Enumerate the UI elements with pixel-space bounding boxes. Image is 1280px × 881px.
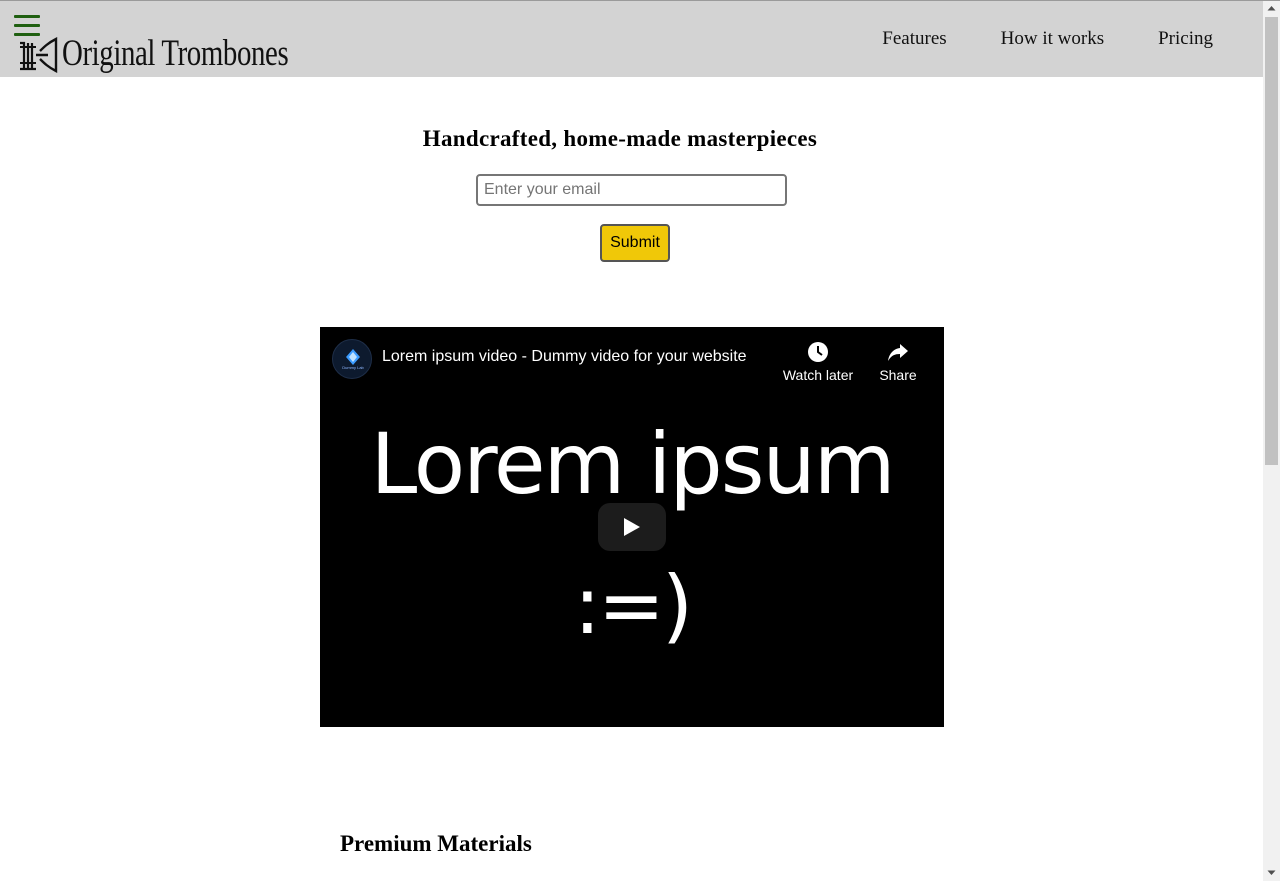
- site-header: Original Trombones Features How it works…: [0, 1, 1263, 77]
- section-title-premium-materials: Premium Materials: [340, 831, 532, 856]
- video-frame-text-line2: :=): [573, 559, 693, 652]
- clock-icon: [808, 342, 828, 362]
- brand-logo[interactable]: Original Trombones: [18, 31, 352, 75]
- channel-avatar[interactable]: Dummy Lab: [332, 339, 372, 379]
- nav-link-how-it-works[interactable]: How it works: [974, 28, 1131, 50]
- main-nav: Features How it works Pricing: [855, 28, 1213, 50]
- window-top-border: [0, 0, 1280, 1]
- diamond-logo-icon: [346, 349, 360, 365]
- brand-name: Original Trombones: [62, 32, 289, 74]
- video-player[interactable]: Dummy Lab Lorem ipsum video - Dummy vide…: [320, 327, 944, 727]
- vertical-scrollbar[interactable]: [1263, 0, 1280, 881]
- page: Original Trombones Features How it works…: [0, 0, 1263, 881]
- play-button[interactable]: [598, 503, 666, 551]
- scroll-up-arrow-icon[interactable]: [1263, 0, 1280, 17]
- scroll-down-arrow-icon[interactable]: [1263, 864, 1280, 881]
- share-arrow-icon: [888, 344, 908, 361]
- hero-title: Handcrafted, home-made masterpieces: [422, 126, 818, 151]
- channel-badge-text: Dummy Lab: [342, 365, 364, 370]
- share-button[interactable]: Share: [872, 341, 924, 383]
- submit-button[interactable]: Submit: [600, 224, 670, 262]
- video-title[interactable]: Lorem ipsum video - Dummy video for your…: [382, 348, 772, 366]
- share-label: Share: [879, 367, 917, 383]
- watch-later-label: Watch later: [782, 367, 854, 383]
- email-input[interactable]: [476, 174, 787, 206]
- nav-link-features[interactable]: Features: [855, 28, 973, 50]
- video-frame-text-line1: Lorem ipsum: [370, 415, 895, 513]
- play-icon: [624, 518, 640, 536]
- trombone-logo-icon: [20, 37, 58, 73]
- scrollbar-thumb[interactable]: [1265, 17, 1278, 465]
- watch-later-button[interactable]: Watch later: [778, 341, 858, 383]
- nav-link-pricing[interactable]: Pricing: [1131, 28, 1213, 50]
- hamburger-menu-icon[interactable]: [14, 15, 40, 37]
